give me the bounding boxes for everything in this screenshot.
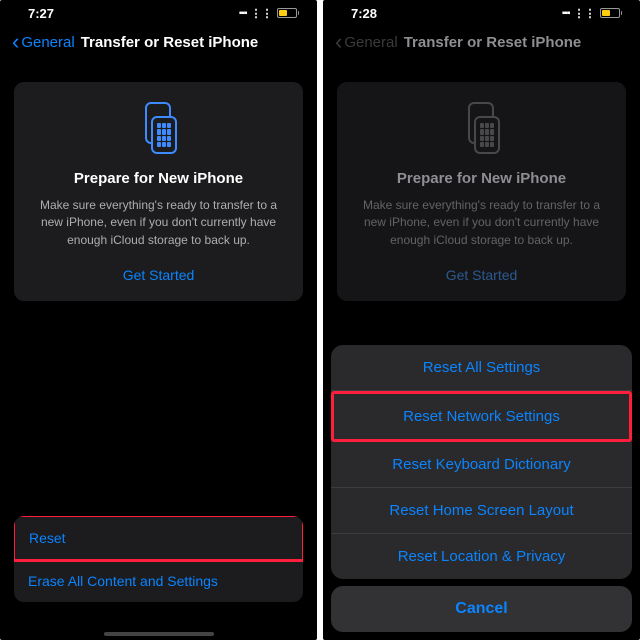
back-chevron-icon[interactable]: ‹ bbox=[12, 31, 19, 53]
status-time: 7:27 bbox=[28, 6, 54, 21]
back-button: General bbox=[344, 34, 397, 51]
card-body: Make sure everything's ready to transfer… bbox=[30, 197, 287, 249]
get-started-button: Get Started bbox=[353, 267, 610, 283]
cancel-button[interactable]: Cancel bbox=[331, 586, 632, 632]
screenshot-left: 7:27 ▪▪▪ ⋮⋮ ‹ General Transfer or Reset … bbox=[0, 0, 317, 640]
reset-keyboard-dictionary[interactable]: Reset Keyboard Dictionary bbox=[331, 442, 632, 488]
phones-icon bbox=[353, 102, 610, 154]
options-list: Reset Erase All Content and Settings bbox=[14, 516, 303, 602]
reset-network-settings[interactable]: Reset Network Settings bbox=[331, 391, 632, 442]
wifi-icon: ⋮⋮ bbox=[251, 7, 273, 20]
sheet-options: Reset All Settings Reset Network Setting… bbox=[331, 345, 632, 579]
page-title: Transfer or Reset iPhone bbox=[81, 34, 259, 51]
wifi-icon: ⋮⋮ bbox=[574, 7, 596, 20]
status-bar: 7:28 ▪▪▪ ⋮⋮ bbox=[323, 0, 640, 22]
home-indicator bbox=[104, 632, 214, 636]
status-right: ▪▪▪ ⋮⋮ bbox=[562, 7, 622, 20]
reset-location-privacy[interactable]: Reset Location & Privacy bbox=[331, 534, 632, 579]
reset-row[interactable]: Reset bbox=[15, 517, 302, 559]
status-bar: 7:27 ▪▪▪ ⋮⋮ bbox=[0, 0, 317, 22]
erase-row[interactable]: Erase All Content and Settings bbox=[14, 560, 303, 602]
screenshot-right: 7:28 ▪▪▪ ⋮⋮ ‹ General Transfer or Reset … bbox=[323, 0, 640, 640]
prepare-card: Prepare for New iPhone Make sure everyth… bbox=[337, 82, 626, 301]
cellular-icon: ▪▪▪ bbox=[562, 8, 570, 19]
phones-icon bbox=[30, 102, 287, 154]
status-right: ▪▪▪ ⋮⋮ bbox=[239, 7, 299, 20]
back-button[interactable]: General bbox=[21, 34, 74, 51]
page-title: Transfer or Reset iPhone bbox=[404, 34, 582, 51]
status-time: 7:28 bbox=[351, 6, 377, 21]
card-body: Make sure everything's ready to transfer… bbox=[353, 197, 610, 249]
reset-all-settings[interactable]: Reset All Settings bbox=[331, 345, 632, 391]
cellular-icon: ▪▪▪ bbox=[239, 8, 247, 19]
get-started-button[interactable]: Get Started bbox=[30, 267, 287, 283]
reset-home-screen-layout[interactable]: Reset Home Screen Layout bbox=[331, 488, 632, 534]
nav-header: ‹ General Transfer or Reset iPhone bbox=[0, 22, 317, 64]
prepare-card: Prepare for New iPhone Make sure everyth… bbox=[14, 82, 303, 301]
reset-action-sheet: Reset All Settings Reset Network Setting… bbox=[331, 345, 632, 632]
back-chevron-icon: ‹ bbox=[335, 31, 342, 53]
battery-icon bbox=[277, 8, 300, 18]
card-heading: Prepare for New iPhone bbox=[30, 170, 287, 187]
highlight-reset: Reset bbox=[14, 516, 303, 562]
battery-icon bbox=[600, 8, 623, 18]
nav-header: ‹ General Transfer or Reset iPhone bbox=[323, 22, 640, 64]
card-heading: Prepare for New iPhone bbox=[353, 170, 610, 187]
